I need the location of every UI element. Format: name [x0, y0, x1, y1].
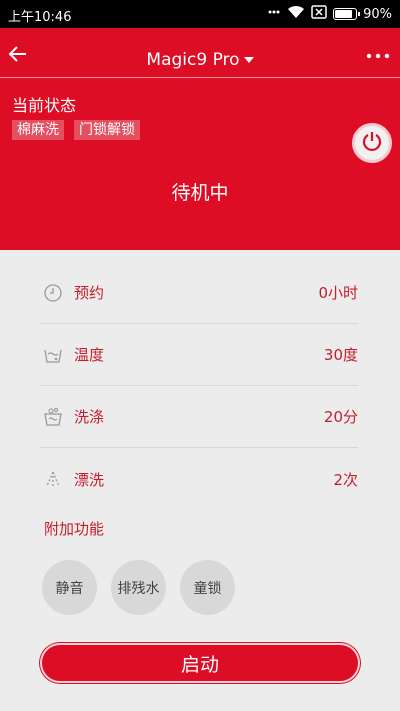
setting-label: 温度: [74, 346, 105, 364]
drain-water-button[interactable]: 排残水: [111, 560, 166, 615]
status-icons: 90%: [267, 5, 392, 23]
header-divider: [0, 77, 400, 78]
setting-value: 0小时: [318, 284, 358, 302]
caret-down-icon: [243, 57, 254, 63]
rinse-icon: [42, 468, 64, 490]
status-bar: 上午10:46 90%: [0, 0, 400, 28]
setting-value: 2次: [333, 470, 358, 489]
device-selector[interactable]: Magic9 Pro: [0, 50, 400, 70]
extra-functions-label: 附加功能: [44, 520, 105, 538]
battery-icon: [333, 8, 361, 20]
device-header: Magic9 Pro 当前状态 棉麻洗 门锁解锁 待机中: [0, 28, 400, 250]
temperature-icon: [42, 344, 64, 366]
state-tag-door: 门锁解锁: [74, 120, 140, 140]
power-icon: [361, 130, 383, 156]
dots-icon: [267, 5, 281, 23]
wash-icon: [42, 406, 64, 428]
setting-value: 20分: [323, 408, 358, 426]
setting-row-temperature[interactable]: 温度 30度: [40, 324, 358, 386]
setting-label: 洗涤: [74, 408, 105, 426]
battery-percentage: 90%: [363, 6, 392, 22]
machine-status: 待机中: [171, 182, 229, 204]
setting-row-schedule[interactable]: 预约 0小时: [40, 262, 358, 324]
setting-value: 30度: [323, 346, 358, 364]
child-lock-button[interactable]: 童锁: [180, 560, 235, 615]
setting-row-rinse[interactable]: 漂洗 2次: [40, 448, 358, 510]
no-sim-icon: [311, 5, 327, 23]
settings-list: 预约 0小时 温度 30度 洗涤 20分 漂洗 2次: [40, 262, 358, 510]
status-time: 上午10:46: [8, 10, 72, 25]
extra-functions: 静音 排残水 童锁: [42, 560, 235, 615]
power-button[interactable]: [352, 123, 392, 163]
mute-button[interactable]: 静音: [42, 560, 97, 615]
setting-label: 漂洗: [74, 470, 105, 489]
state-tag-program: 棉麻洗: [12, 120, 64, 140]
setting-row-wash[interactable]: 洗涤 20分: [40, 386, 358, 448]
state-tags: 棉麻洗 门锁解锁: [12, 120, 140, 140]
more-options-icon[interactable]: [366, 44, 390, 65]
setting-label: 预约: [74, 284, 105, 302]
wifi-icon: [287, 5, 305, 23]
clock-icon: [42, 282, 64, 304]
device-name: Magic9 Pro: [146, 50, 240, 70]
current-state-label: 当前状态: [12, 96, 77, 115]
start-button[interactable]: 启动: [40, 643, 360, 683]
